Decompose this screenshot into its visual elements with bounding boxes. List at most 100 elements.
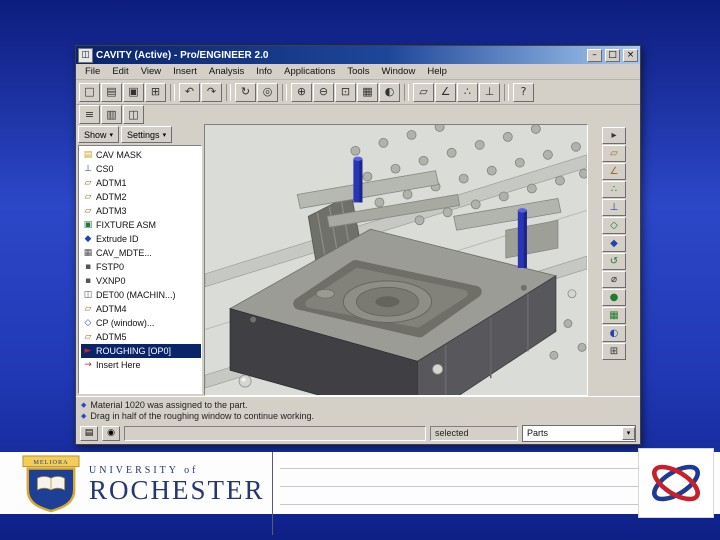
select-arrow-icon[interactable]: ▸ [602, 127, 626, 144]
print-icon[interactable]: ⊞ [602, 343, 626, 360]
tree-item-label: VXNP0 [96, 276, 126, 286]
datum-plane-icon[interactable]: ▱ [602, 145, 626, 162]
show-label: Show [84, 129, 107, 140]
window-icon: ◇ [84, 318, 92, 328]
camera-icon[interactable]: ◉ [102, 425, 120, 441]
selection-filter-dropdown[interactable]: Parts ▾ [522, 424, 636, 442]
tree-item[interactable]: ▦ CAV_MDTE... [81, 246, 201, 260]
tree-item[interactable]: ▱ ADTM3 [81, 204, 201, 218]
university-line-large: ROCHESTER [89, 474, 265, 505]
clipboard-icon[interactable]: ▤ [80, 425, 98, 441]
refit-icon[interactable]: ⊡ [335, 82, 356, 102]
cad-model-render [205, 125, 587, 395]
zoom-out-icon[interactable]: ⊖ [313, 82, 334, 102]
datum-plane-icon: ▱ [84, 304, 92, 314]
extrude-icon[interactable]: ◆ [602, 235, 626, 252]
3d-viewport[interactable] [204, 124, 588, 396]
tree-item[interactable]: ▣ FIXTURE ASM [81, 218, 201, 232]
regenerate-icon[interactable]: ↻ [235, 82, 256, 102]
university-line-small: UNIVERSITY of [89, 464, 199, 476]
status-message-area: ◆ Material 1020 was assigned to the part… [76, 396, 640, 423]
status-line-text: Drag in half of the roughing window to c… [90, 410, 315, 421]
status-line: ◆ Drag in half of the roughing window to… [81, 411, 635, 421]
tree-item[interactable]: ◇ CP (window)... [81, 316, 201, 330]
datum-point-icon[interactable]: ∴ [457, 82, 478, 102]
csys-icon[interactable]: ⊥ [602, 199, 626, 216]
datum-axis-icon[interactable]: ∠ [435, 82, 456, 102]
save-icon[interactable]: ▣ [123, 82, 144, 102]
zoom-in-icon[interactable]: ⊕ [291, 82, 312, 102]
datum-point-icon[interactable]: ∴ [602, 181, 626, 198]
revolve-icon[interactable]: ↺ [602, 253, 626, 270]
tree-item[interactable]: ◫ DET00 (MACHIN...) [81, 288, 201, 302]
menu-edit[interactable]: Edit [106, 65, 134, 78]
menu-analysis[interactable]: Analysis [203, 65, 250, 78]
csys-icon: ⊥ [84, 164, 92, 174]
tree-item[interactable]: ▱ ADTM2 [81, 190, 201, 204]
tree-item[interactable]: ▱ ADTM4 [81, 302, 201, 316]
close-button[interactable]: × [623, 48, 638, 62]
status-bullet-icon: ◆ [81, 400, 87, 409]
csys-icon[interactable]: ⊥ [479, 82, 500, 102]
svg-text:MELIORA: MELIORA [33, 459, 68, 466]
view-manager-icon[interactable]: ◫ [123, 105, 144, 124]
tree-item-label: CAV_MDTE... [96, 248, 152, 258]
menu-help[interactable]: Help [421, 65, 453, 78]
tree-item-label: ADTM5 [96, 332, 127, 342]
university-of-rochester-logo: MELIORA UNIVERSITY of ROCHESTER [22, 455, 265, 513]
tree-item[interactable]: ▱ ADTM5 [81, 330, 201, 344]
search-icon[interactable]: ◎ [257, 82, 278, 102]
maximize-button[interactable]: □ [605, 48, 620, 62]
menu-file[interactable]: File [79, 65, 106, 78]
shade-icon[interactable]: ◐ [602, 325, 626, 342]
repaint-icon[interactable]: ▦ [357, 82, 378, 102]
tree-item[interactable]: ▪ VXNP0 [81, 274, 201, 288]
chevron-down-icon[interactable]: ▾ [622, 426, 635, 440]
datum-plane-icon: ▱ [84, 332, 92, 342]
datum-axis-icon[interactable]: ∠ [602, 163, 626, 180]
tree-item-label: FIXTURE ASM [96, 220, 157, 230]
insert-here-icon: → [84, 360, 92, 370]
tree-item[interactable]: ◆ Extrude ID [81, 232, 201, 246]
undo-icon[interactable]: ↶ [179, 82, 200, 102]
tree-item[interactable]: → Insert Here [81, 358, 201, 372]
round-icon[interactable]: ● [602, 289, 626, 306]
message-field [124, 425, 426, 441]
tree-item[interactable]: ▪ FSTP0 [81, 260, 201, 274]
saved-views-icon[interactable]: ◐ [379, 82, 400, 102]
tree-item[interactable]: ▤ CAV MASK [81, 148, 201, 162]
pattern-icon[interactable]: ▦ [602, 307, 626, 324]
lab-logo-box [638, 448, 714, 518]
menu-info[interactable]: Info [250, 65, 278, 78]
tree-item[interactable]: ⊥ CS0 [81, 162, 201, 176]
settings-button[interactable]: Settings ▾ [121, 126, 173, 143]
redo-icon[interactable]: ↷ [201, 82, 222, 102]
chevron-down-icon: ▾ [162, 130, 167, 139]
datum-plane-icon[interactable]: ▱ [413, 82, 434, 102]
secondary-toolbar: ≡ ▥ ◫ [76, 105, 640, 124]
menu-insert[interactable]: Insert [167, 65, 203, 78]
new-file-icon[interactable]: □ [79, 82, 100, 102]
tree-item[interactable]: ▱ ADTM1 [81, 176, 201, 190]
menu-view[interactable]: View [135, 65, 167, 78]
model-tree-icon[interactable]: ≡ [79, 105, 100, 124]
hole-icon[interactable]: ⌀ [602, 271, 626, 288]
tree-item-label: FSTP0 [96, 262, 125, 272]
menu-window[interactable]: Window [376, 65, 422, 78]
menu-applications[interactable]: Applications [278, 65, 341, 78]
layers-icon[interactable]: ▥ [101, 105, 122, 124]
sketch-icon[interactable]: ◇ [602, 217, 626, 234]
university-wordmark: UNIVERSITY of ROCHESTER [89, 465, 265, 504]
toolbar-separator [404, 83, 409, 101]
tree-item-selected[interactable]: ► ROUGHING [OP0] [81, 344, 201, 358]
tree-item-label: CS0 [96, 164, 114, 174]
open-file-icon[interactable]: ▤ [101, 82, 122, 102]
minimize-button[interactable]: – [587, 48, 602, 62]
swirl-logo-icon [652, 464, 700, 502]
print-icon[interactable]: ⊞ [145, 82, 166, 102]
help-icon[interactable]: ? [513, 82, 534, 102]
menu-tools[interactable]: Tools [341, 65, 375, 78]
model-tree-list: ▤ CAV MASK ⊥ CS0 ▱ ADTM1 ▱ ADTM2 ▱ ADTM3 ▣ FIX… [78, 145, 202, 394]
show-button[interactable]: Show ▾ [78, 126, 120, 143]
title-bar[interactable]: ◫ CAVITY (Active) - Pro/ENGINEER 2.0 – □… [76, 46, 640, 64]
